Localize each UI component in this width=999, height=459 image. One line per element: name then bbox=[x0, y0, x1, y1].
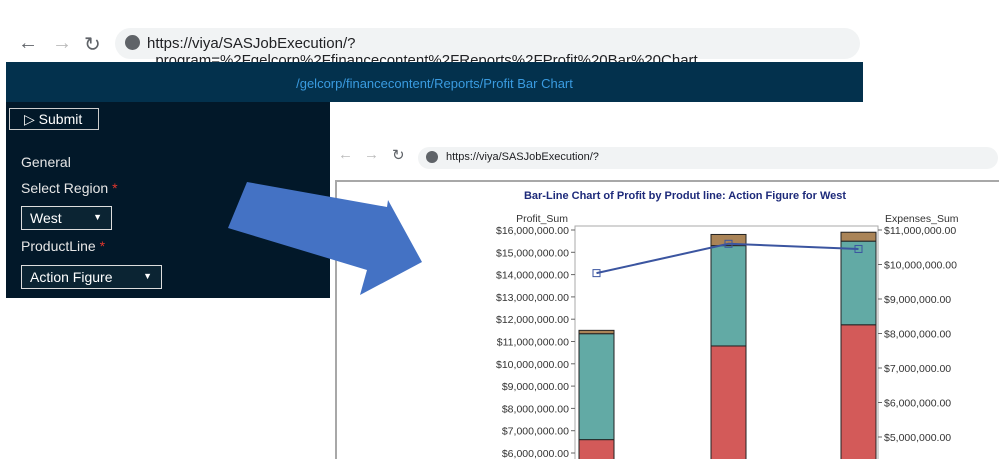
bar-segment-teal bbox=[710, 245, 747, 347]
y2-tick-label: $10,000,000.00 bbox=[884, 260, 957, 272]
bar-segment-teal bbox=[578, 333, 615, 441]
y-tick-label: $8,000,000.00 bbox=[502, 403, 569, 415]
y-tick-label: $14,000,000.00 bbox=[496, 270, 569, 282]
y2-tick-label: $6,000,000.00 bbox=[884, 398, 951, 410]
y2-tick-label: $8,000,000.00 bbox=[884, 329, 951, 341]
bar-segment-brown bbox=[578, 329, 615, 335]
y-tick-label: $16,000,000.00 bbox=[496, 225, 569, 237]
y2-tick-label: $9,000,000.00 bbox=[884, 294, 951, 306]
y2-tick-label: $5,000,000.00 bbox=[884, 432, 951, 444]
y-tick-label: $10,000,000.00 bbox=[496, 359, 569, 371]
y2-axis-label: Expenses_Sum bbox=[885, 213, 959, 225]
y-tick-label: $13,000,000.00 bbox=[496, 292, 569, 304]
bar-segment-red bbox=[710, 345, 747, 459]
bar-segment-red bbox=[840, 324, 877, 459]
y-axis-label: Profit_Sum bbox=[516, 213, 568, 225]
y-tick-label: $6,000,000.00 bbox=[502, 448, 569, 459]
chart: Bar-Line Chart of Profit by Produt line:… bbox=[228, 182, 959, 459]
y2-tick-label: $11,000,000.00 bbox=[884, 225, 956, 237]
bar-segment-red bbox=[578, 439, 615, 459]
bar-segment-brown bbox=[840, 231, 877, 242]
y-tick-label: $15,000,000.00 bbox=[496, 247, 569, 259]
y2-tick-label: $7,000,000.00 bbox=[884, 363, 951, 375]
y-tick-label: $11,000,000.00 bbox=[497, 337, 569, 349]
y-tick-label: $9,000,000.00 bbox=[502, 381, 569, 393]
y-tick-label: $12,000,000.00 bbox=[496, 314, 569, 326]
chart-title: Bar-Line Chart of Profit by Produt line:… bbox=[524, 190, 846, 202]
y-tick-label: $7,000,000.00 bbox=[502, 426, 569, 438]
bar-segment-teal bbox=[840, 240, 877, 326]
arrow-icon bbox=[228, 182, 422, 295]
